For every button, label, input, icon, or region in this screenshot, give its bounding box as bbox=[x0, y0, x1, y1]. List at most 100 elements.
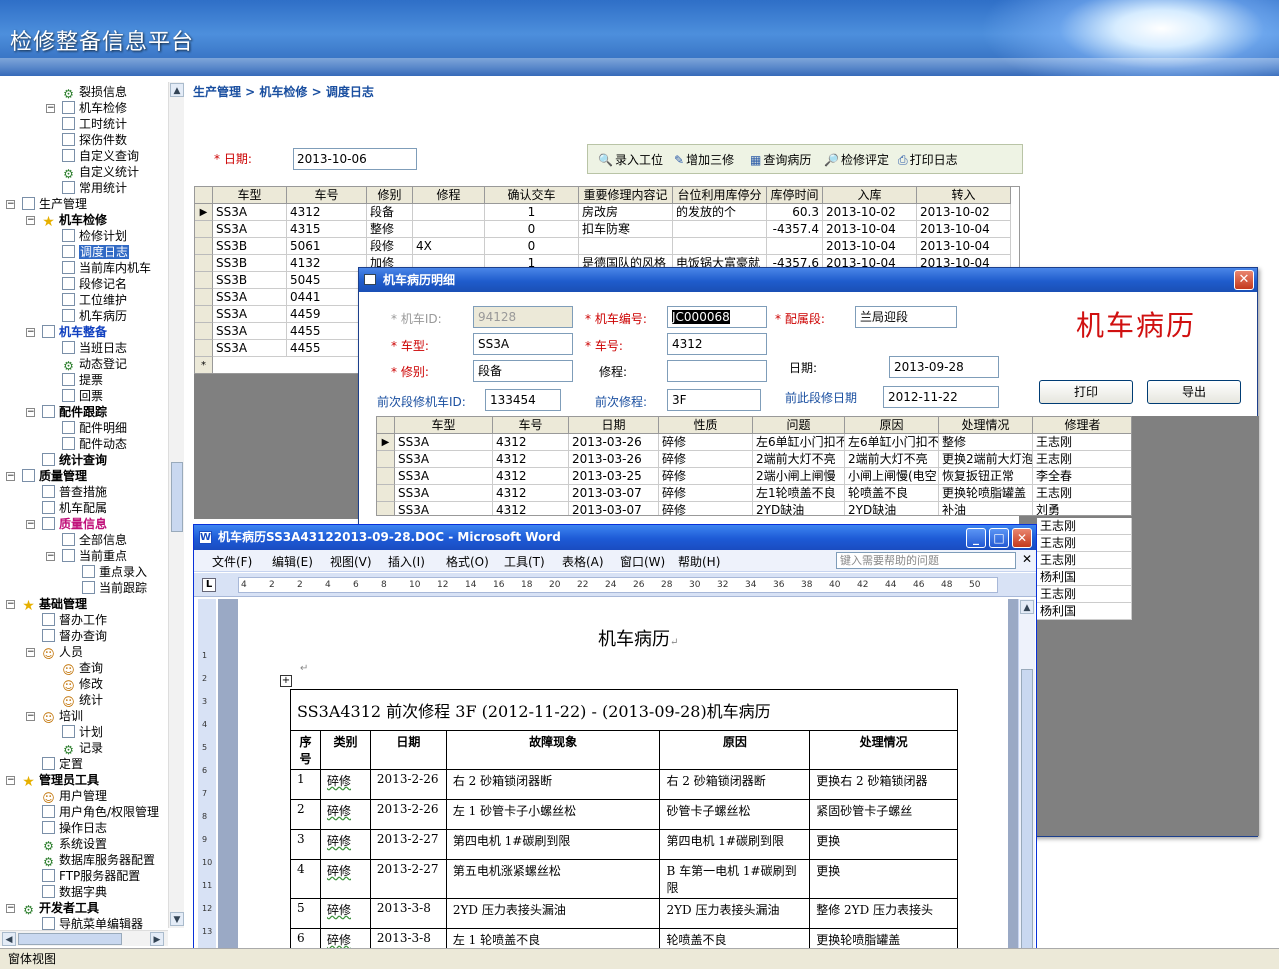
table-cell[interactable]: 4312 bbox=[493, 468, 569, 485]
table-cell[interactable]: SS3A bbox=[213, 340, 287, 357]
sidebar-item[interactable]: 质量管理 bbox=[22, 468, 87, 484]
table-cell[interactable]: 2013-10-04 bbox=[823, 221, 917, 238]
table-cell[interactable]: SS3A bbox=[213, 221, 287, 238]
new-row-icon[interactable]: * bbox=[195, 357, 213, 373]
table-cell[interactable]: 碎修 bbox=[319, 829, 371, 860]
column-header[interactable]: 性质 bbox=[659, 417, 753, 434]
collapse-icon[interactable]: − bbox=[26, 328, 35, 337]
query-history-button[interactable]: ▦ 查询病历 bbox=[750, 151, 811, 168]
table-cell[interactable]: 段修 bbox=[367, 238, 413, 255]
table-cell[interactable]: 砂管卡子螺丝松 bbox=[659, 799, 811, 830]
column-header[interactable]: 车号 bbox=[287, 187, 367, 204]
sidebar-item[interactable]: ☺ 用户管理 bbox=[42, 788, 107, 805]
tab-stop-icon[interactable]: L bbox=[202, 578, 216, 592]
table-cell[interactable]: 恢复扳钮正常 bbox=[939, 468, 1033, 485]
table-cell[interactable]: 0 bbox=[485, 238, 579, 255]
table-cell[interactable]: SS3A bbox=[395, 468, 493, 485]
table-cell[interactable] bbox=[673, 221, 767, 238]
table-cell[interactable]: 2YD缺油 bbox=[845, 502, 939, 515]
column-header[interactable]: 原因 bbox=[659, 730, 811, 770]
table-cell[interactable]: 4455 bbox=[287, 340, 367, 357]
scroll-up-icon[interactable]: ▲ bbox=[170, 83, 184, 97]
collapse-icon[interactable]: − bbox=[46, 552, 55, 561]
collapse-icon[interactable]: − bbox=[6, 776, 15, 785]
collapse-icon[interactable]: − bbox=[46, 104, 55, 113]
sidebar-item[interactable]: 检修计划 bbox=[62, 228, 127, 244]
sidebar-item[interactable]: 工位维护 bbox=[62, 292, 127, 308]
horizontal-ruler[interactable]: L 4 2 2 4 6 8 10 12 14 16 18 20 22 24 26 28 30 32 34 36 38 40… bbox=[194, 573, 1036, 597]
collapse-icon[interactable]: − bbox=[26, 408, 35, 417]
maximize-icon[interactable]: □ bbox=[989, 528, 1009, 548]
sidebar-item[interactable]: 操作日志 bbox=[42, 820, 107, 836]
column-header[interactable]: 序号 bbox=[290, 730, 321, 770]
locomotive-number-field[interactable]: JC000068 bbox=[667, 306, 767, 328]
current-row-indicator-icon[interactable]: ▶ bbox=[195, 204, 213, 221]
date-field[interactable]: 2013-09-28 bbox=[889, 356, 999, 378]
table-cell[interactable]: 碎修 bbox=[659, 502, 753, 515]
sidebar-item[interactable]: ⚙ 开发者工具 bbox=[22, 900, 99, 917]
table-cell[interactable]: 4315 bbox=[287, 221, 367, 238]
column-header[interactable]: 处理情况 bbox=[809, 730, 958, 770]
sidebar-item[interactable]: 提票 bbox=[62, 372, 103, 388]
prev-date-field[interactable]: 2012-11-22 bbox=[883, 386, 999, 408]
sidebar-item[interactable]: ⚙ 系统设置 bbox=[42, 836, 107, 853]
process-field[interactable] bbox=[667, 360, 767, 382]
table-cell[interactable]: 2013-10-02 bbox=[917, 204, 1011, 221]
sidebar-item[interactable]: ★ 机车检修 bbox=[42, 212, 107, 229]
table-cell[interactable]: 左1轮喷盖不良 bbox=[753, 485, 845, 502]
table-cell[interactable]: 李全春 bbox=[1033, 468, 1131, 485]
table-cell[interactable]: SS3A bbox=[395, 434, 493, 451]
table-cell[interactable]: 第四电机 1#碳刷到限 bbox=[659, 829, 811, 860]
table-cell[interactable] bbox=[413, 204, 485, 221]
row-selector[interactable] bbox=[195, 272, 213, 289]
table-cell[interactable]: 4455 bbox=[287, 323, 367, 340]
scroll-thumb[interactable] bbox=[1021, 669, 1033, 969]
sidebar-item[interactable]: 督办查询 bbox=[42, 628, 107, 644]
table-cell[interactable]: 房改房 bbox=[579, 204, 673, 221]
table-heading[interactable]: SS3A4312 前次修程 3F (2012-11-22) - (2013-09… bbox=[290, 689, 958, 731]
table-cell[interactable]: 2013-2-26 bbox=[369, 799, 447, 830]
table-cell[interactable]: SS3B bbox=[213, 272, 287, 289]
sidebar-item[interactable]: ☺ 培训 bbox=[42, 708, 83, 725]
menu-table[interactable]: 表格(A) bbox=[562, 553, 604, 570]
sidebar-item[interactable]: 全部信息 bbox=[62, 532, 127, 548]
row-selector[interactable] bbox=[377, 451, 395, 468]
table-cell[interactable]: 5 bbox=[290, 898, 321, 929]
table-cell[interactable]: 2YD 压力表接头漏油 bbox=[659, 898, 811, 929]
close-doc-icon[interactable]: ✕ bbox=[1022, 552, 1032, 566]
menu-format[interactable]: 格式(O) bbox=[446, 553, 489, 570]
table-cell[interactable] bbox=[673, 238, 767, 255]
sidebar-item[interactable]: 机车配属 bbox=[42, 500, 107, 516]
sidebar-vertical-scrollbar[interactable]: ▲ ▼ bbox=[168, 82, 184, 928]
table-cell[interactable]: 0441 bbox=[287, 289, 367, 306]
table-cell[interactable]: SS3B bbox=[213, 255, 287, 272]
sidebar-item[interactable]: 当前跟踪 bbox=[82, 580, 147, 596]
table-cell[interactable]: 2013-3-8 bbox=[369, 898, 447, 929]
menu-insert[interactable]: 插入(I) bbox=[388, 553, 425, 570]
sidebar-item[interactable]: 配件动态 bbox=[62, 436, 127, 452]
table-cell[interactable]: 右 2 砂箱锁闭器断 bbox=[659, 769, 811, 800]
table-cell[interactable]: 4X bbox=[413, 238, 485, 255]
minimize-icon[interactable]: _ bbox=[966, 528, 986, 548]
table-cell[interactable]: 4312 bbox=[493, 485, 569, 502]
table-cell[interactable]: 2013-03-26 bbox=[569, 451, 659, 468]
column-header[interactable]: 修理者 bbox=[1033, 417, 1131, 434]
collapse-icon[interactable]: − bbox=[26, 216, 35, 225]
repair-type-field[interactable]: 段备 bbox=[473, 360, 573, 382]
table-cell[interactable]: 更换轮喷脂罐盖 bbox=[939, 485, 1033, 502]
table-cell[interactable]: 2端前大灯不亮 bbox=[845, 451, 939, 468]
sidebar-item[interactable]: ☺ 查询 bbox=[62, 660, 103, 677]
collapse-icon[interactable]: − bbox=[26, 520, 35, 529]
document-title[interactable]: 机车病历↵ bbox=[598, 625, 678, 651]
sidebar-item[interactable]: 配件跟踪 bbox=[42, 404, 107, 420]
sidebar-item[interactable]: ★ 管理员工具 bbox=[22, 772, 99, 789]
column-header[interactable]: 车型 bbox=[213, 187, 287, 204]
collapse-icon[interactable]: − bbox=[6, 200, 15, 209]
table-cell[interactable]: 王志刚 bbox=[1033, 485, 1131, 502]
menu-edit[interactable]: 编辑(E) bbox=[272, 553, 313, 570]
sidebar-item[interactable]: 当班日志 bbox=[62, 340, 127, 356]
sidebar-item[interactable]: 重点录入 bbox=[82, 564, 147, 580]
table-cell[interactable]: 王志刚 bbox=[1037, 586, 1132, 603]
table-cell[interactable]: 2端前大灯不亮 bbox=[753, 451, 845, 468]
menu-view[interactable]: 视图(V) bbox=[330, 553, 372, 570]
